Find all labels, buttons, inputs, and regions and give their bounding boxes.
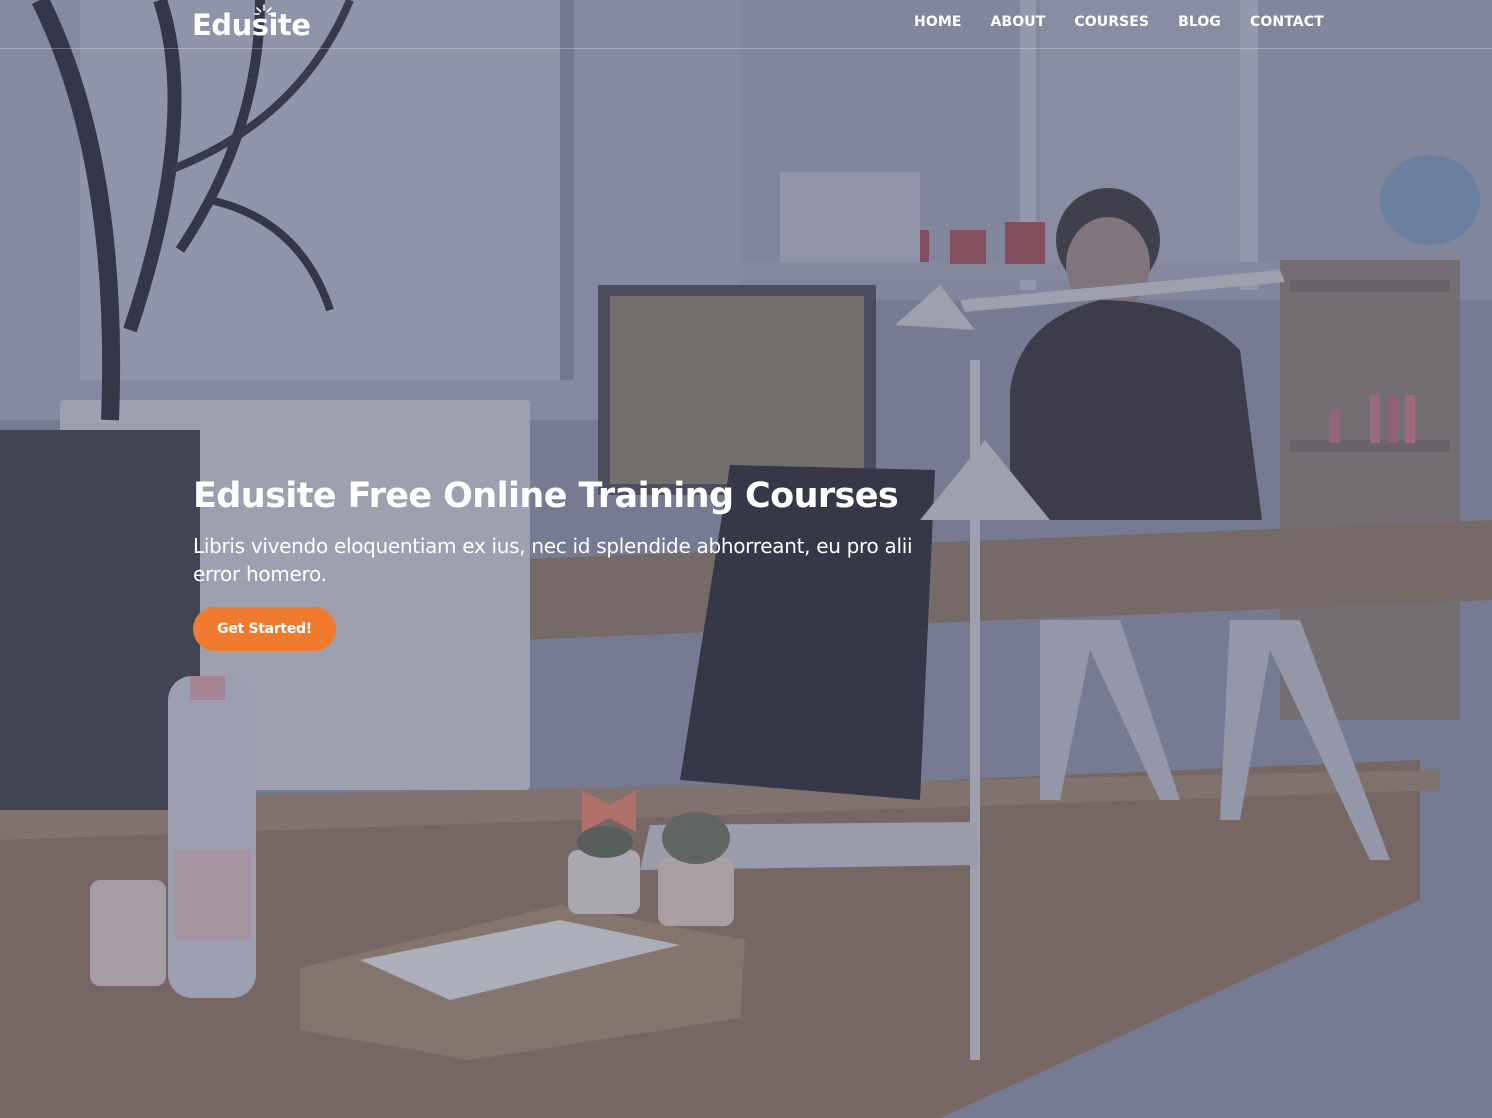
site-logo[interactable]: Edusite xyxy=(192,8,311,42)
top-navbar: Edusite HOME ABOUT COURSES BLOG CONTACT xyxy=(0,0,1492,49)
hero-section: Edusite HOME ABOUT COURSES BLOG CONTACT … xyxy=(0,0,1492,1118)
nav-courses[interactable]: COURSES xyxy=(1074,14,1149,30)
nav-about[interactable]: ABOUT xyxy=(991,14,1046,30)
hero-title: Edusite Free Online Training Courses xyxy=(193,476,899,516)
nav-contact[interactable]: CONTACT xyxy=(1250,14,1324,30)
get-started-button[interactable]: Get Started! xyxy=(193,607,336,651)
hero-subtitle: Libris vivendo eloquentiam ex ius, nec i… xyxy=(193,534,913,586)
main-nav: HOME ABOUT COURSES BLOG CONTACT xyxy=(914,14,1353,30)
logo-sparkle-icon xyxy=(254,4,274,15)
nav-home[interactable]: HOME xyxy=(914,14,962,30)
nav-blog[interactable]: BLOG xyxy=(1178,14,1221,30)
